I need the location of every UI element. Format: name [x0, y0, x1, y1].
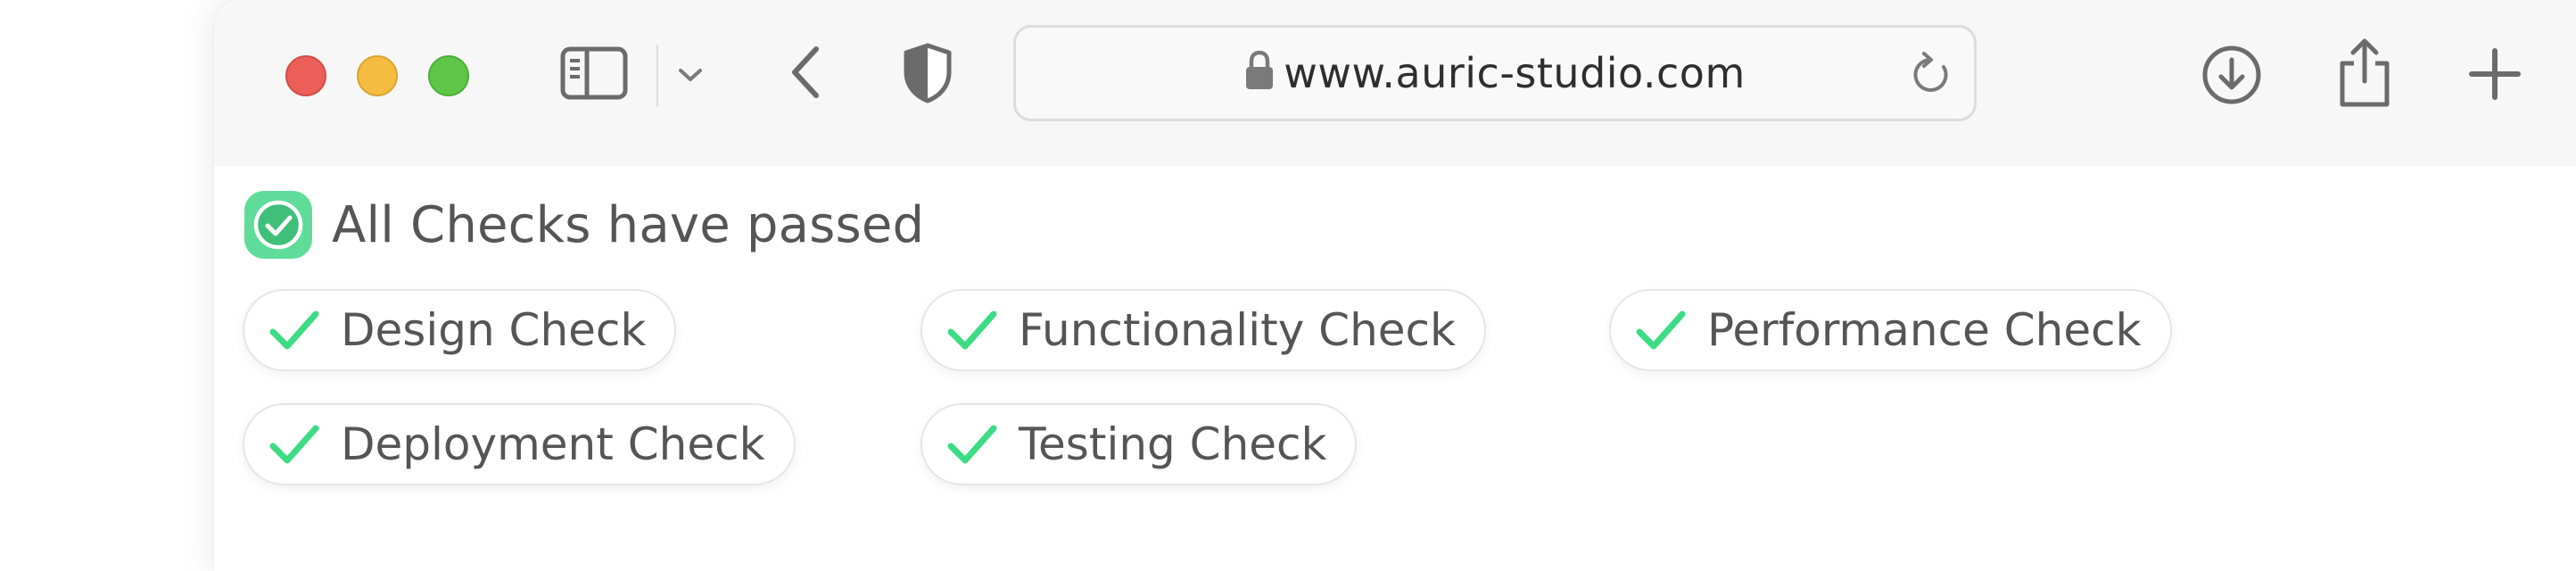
lock-icon [1244, 50, 1275, 101]
back-icon[interactable] [785, 43, 826, 102]
checkmark-icon [269, 425, 319, 464]
toolbar-divider [656, 45, 658, 107]
minimize-window-button[interactable] [357, 55, 398, 96]
zoom-window-button[interactable] [428, 55, 469, 96]
close-window-button[interactable] [285, 55, 326, 96]
check-item-design: Design Check [243, 289, 677, 371]
check-item-label: Functionality Check [1019, 304, 1456, 356]
checkmark-icon [947, 425, 997, 464]
shield-icon[interactable] [901, 41, 954, 105]
browser-toolbar: www.auric-studio.com [214, 0, 2576, 166]
checks-summary-title: All Checks have passed [332, 195, 925, 254]
check-item-testing: Testing Check [921, 403, 1358, 485]
check-circle-icon [253, 200, 303, 250]
browser-window: www.auric-studio.com All Checks have pas… [214, 0, 2576, 571]
success-badge [244, 191, 312, 259]
check-item-label: Testing Check [1019, 418, 1327, 470]
share-icon[interactable] [2333, 36, 2396, 109]
url-text: www.auric-studio.com [1284, 49, 1746, 97]
download-icon[interactable] [2200, 43, 2264, 107]
check-item-performance: Performance Check [1609, 289, 2172, 371]
checks-summary: All Checks have passed [244, 187, 924, 262]
page-content: All Checks have passed Design Check Func… [214, 166, 2576, 571]
check-item-label: Deployment Check [341, 418, 765, 470]
check-item-deployment: Deployment Check [243, 403, 796, 485]
checkmark-icon [269, 310, 319, 350]
checkmark-icon [1636, 310, 1686, 350]
check-item-label: Design Check [341, 304, 647, 356]
check-item-label: Performance Check [1707, 304, 2142, 356]
chevron-down-icon[interactable] [673, 59, 708, 91]
address-bar[interactable]: www.auric-studio.com [1013, 25, 1977, 121]
reload-icon[interactable] [1910, 51, 1954, 103]
checkmark-icon [947, 310, 997, 350]
sidebar-icon[interactable] [558, 45, 630, 102]
check-item-functionality: Functionality Check [921, 289, 1486, 371]
plus-icon[interactable] [2465, 45, 2524, 103]
